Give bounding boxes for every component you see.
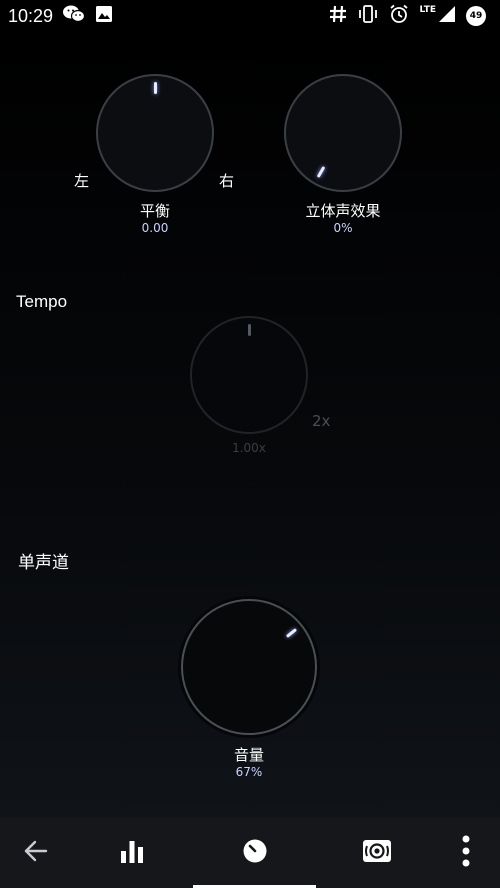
stereo-effect-value: 0% xyxy=(333,221,353,235)
balance-left-label: 左 xyxy=(74,172,90,190)
equalizer-bars-icon xyxy=(119,838,145,868)
balance-value: 0.00 xyxy=(141,221,169,235)
more-vert-icon xyxy=(461,835,471,871)
volume-value: 67% xyxy=(235,765,263,779)
effects-panel: 左 右 平衡 0.00 立体声效果 0% Tempo 2x 1.00x 单声道 … xyxy=(0,32,500,818)
stereo-effect-title: 立体声效果 xyxy=(305,202,381,220)
balance-title: 平衡 xyxy=(139,202,170,220)
tempo-section-title: Tempo xyxy=(16,292,68,311)
volume-title: 音量 xyxy=(233,746,264,764)
back-arrow-icon xyxy=(23,840,49,866)
image-icon xyxy=(95,5,113,28)
mono-section-title: 单声道 xyxy=(18,553,69,572)
tempo-indicator xyxy=(247,324,251,336)
alarm-icon xyxy=(389,4,409,29)
status-bar: 10:29 LTE 49 xyxy=(0,0,500,32)
balance-knob[interactable] xyxy=(96,74,214,192)
volume-indicator xyxy=(285,628,297,638)
surround-tab[interactable] xyxy=(347,828,407,878)
tempo-max-label: 2x xyxy=(312,412,331,430)
status-time: 10:29 xyxy=(8,5,54,26)
tempo-value: 1.00x xyxy=(232,441,266,455)
stereo-effect-indicator xyxy=(316,166,325,178)
balance-indicator xyxy=(153,82,157,94)
effects-tab[interactable] xyxy=(225,828,285,878)
equalizer-tab[interactable] xyxy=(102,828,162,878)
bottom-navigation xyxy=(0,818,500,888)
tempo-knob[interactable] xyxy=(190,316,308,434)
vibrate-icon xyxy=(357,4,379,28)
signal-icon xyxy=(438,5,456,28)
wechat-icon xyxy=(63,5,86,28)
surround-speaker-icon xyxy=(362,839,392,867)
balance-right-label: 右 xyxy=(219,172,235,190)
stereo-effect-knob[interactable] xyxy=(284,74,402,192)
hashtag-icon xyxy=(329,5,347,28)
knob-dial-icon xyxy=(242,838,268,868)
battery-indicator: 49 xyxy=(466,6,486,26)
volume-knob[interactable] xyxy=(181,599,317,735)
network-type: LTE xyxy=(419,5,436,15)
more-options-button[interactable] xyxy=(436,828,496,878)
back-button[interactable] xyxy=(6,828,66,878)
